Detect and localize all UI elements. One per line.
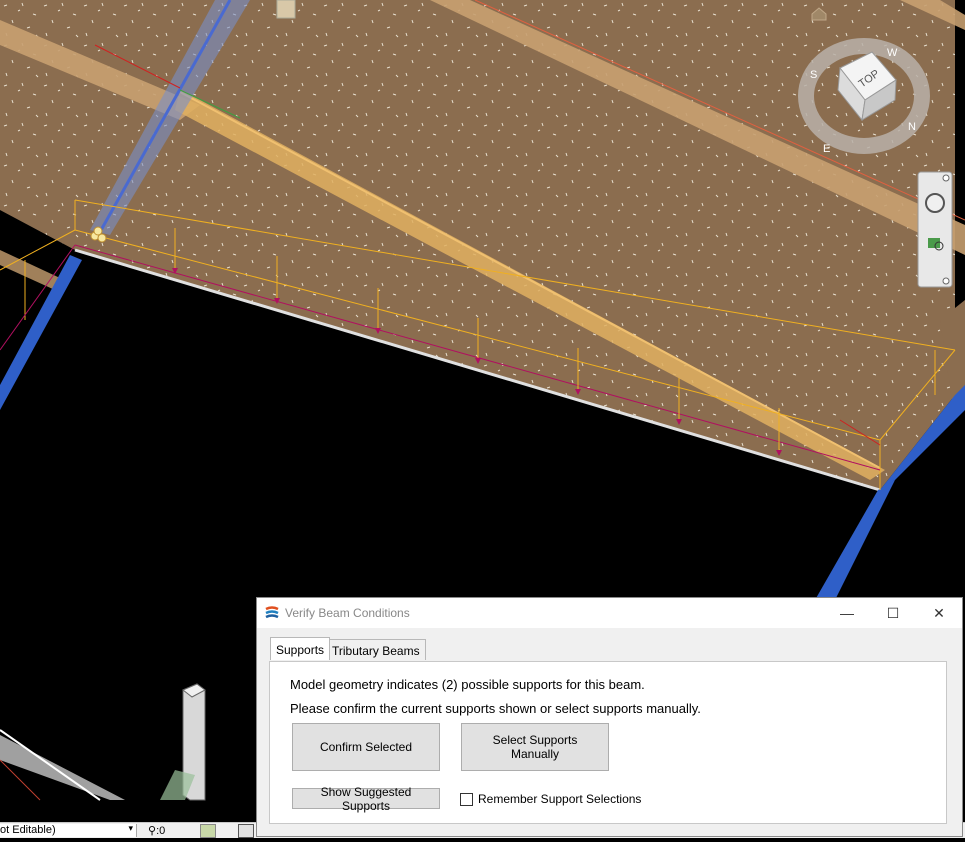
supports-panel: Model geometry indicates (2) possible su… xyxy=(269,661,947,824)
chevron-down-icon: ▾ xyxy=(128,823,133,833)
filter-icon: ⚲ xyxy=(148,825,157,837)
maximize-button[interactable]: ☐ xyxy=(870,598,916,628)
compass-s: S xyxy=(810,69,817,81)
dialog-titlebar[interactable]: Verify Beam Conditions — ☐ ✕ xyxy=(257,598,962,628)
selection-count: ⚲:0 xyxy=(148,825,166,837)
hanger-element[interactable] xyxy=(276,0,296,19)
verify-beam-conditions-dialog: Verify Beam Conditions — ☐ ✕ Supports Tr… xyxy=(256,597,963,837)
design-option-icon[interactable] xyxy=(200,824,216,838)
minimize-button[interactable]: — xyxy=(824,598,870,628)
compass-n: N xyxy=(908,121,916,133)
close-icon: ✕ xyxy=(933,604,945,621)
checkbox-box[interactable] xyxy=(460,792,473,806)
tab-tributary-beams[interactable]: Tributary Beams xyxy=(326,639,426,660)
remember-support-selections-checkbox[interactable]: Remember Support Selections xyxy=(460,792,641,806)
worksets-icon[interactable] xyxy=(238,824,254,838)
support-count-message: Model geometry indicates (2) possible su… xyxy=(290,677,645,692)
app-logo-icon xyxy=(265,606,279,619)
compass-w: W xyxy=(887,47,898,59)
remember-support-selections-label: Remember Support Selections xyxy=(478,792,642,806)
dialog-title: Verify Beam Conditions xyxy=(285,606,410,620)
confirm-selected-button[interactable]: Confirm Selected xyxy=(292,723,440,771)
workset-value: ot Editable) xyxy=(0,824,56,836)
compass-e: E xyxy=(823,143,830,155)
select-supports-manually-button[interactable]: Select Supports Manually xyxy=(461,723,609,771)
close-button[interactable]: ✕ xyxy=(916,598,962,628)
show-suggested-supports-button[interactable]: Show Suggested Supports xyxy=(292,785,440,813)
workset-combo[interactable]: ot Editable) ▾ xyxy=(0,823,137,837)
navigation-bar[interactable] xyxy=(917,171,953,288)
maximize-icon: ☐ xyxy=(886,604,900,621)
minimize-icon: — xyxy=(840,605,854,621)
confirm-instruction-message: Please confirm the current supports show… xyxy=(290,701,701,716)
tab-supports[interactable]: Supports xyxy=(270,637,331,660)
